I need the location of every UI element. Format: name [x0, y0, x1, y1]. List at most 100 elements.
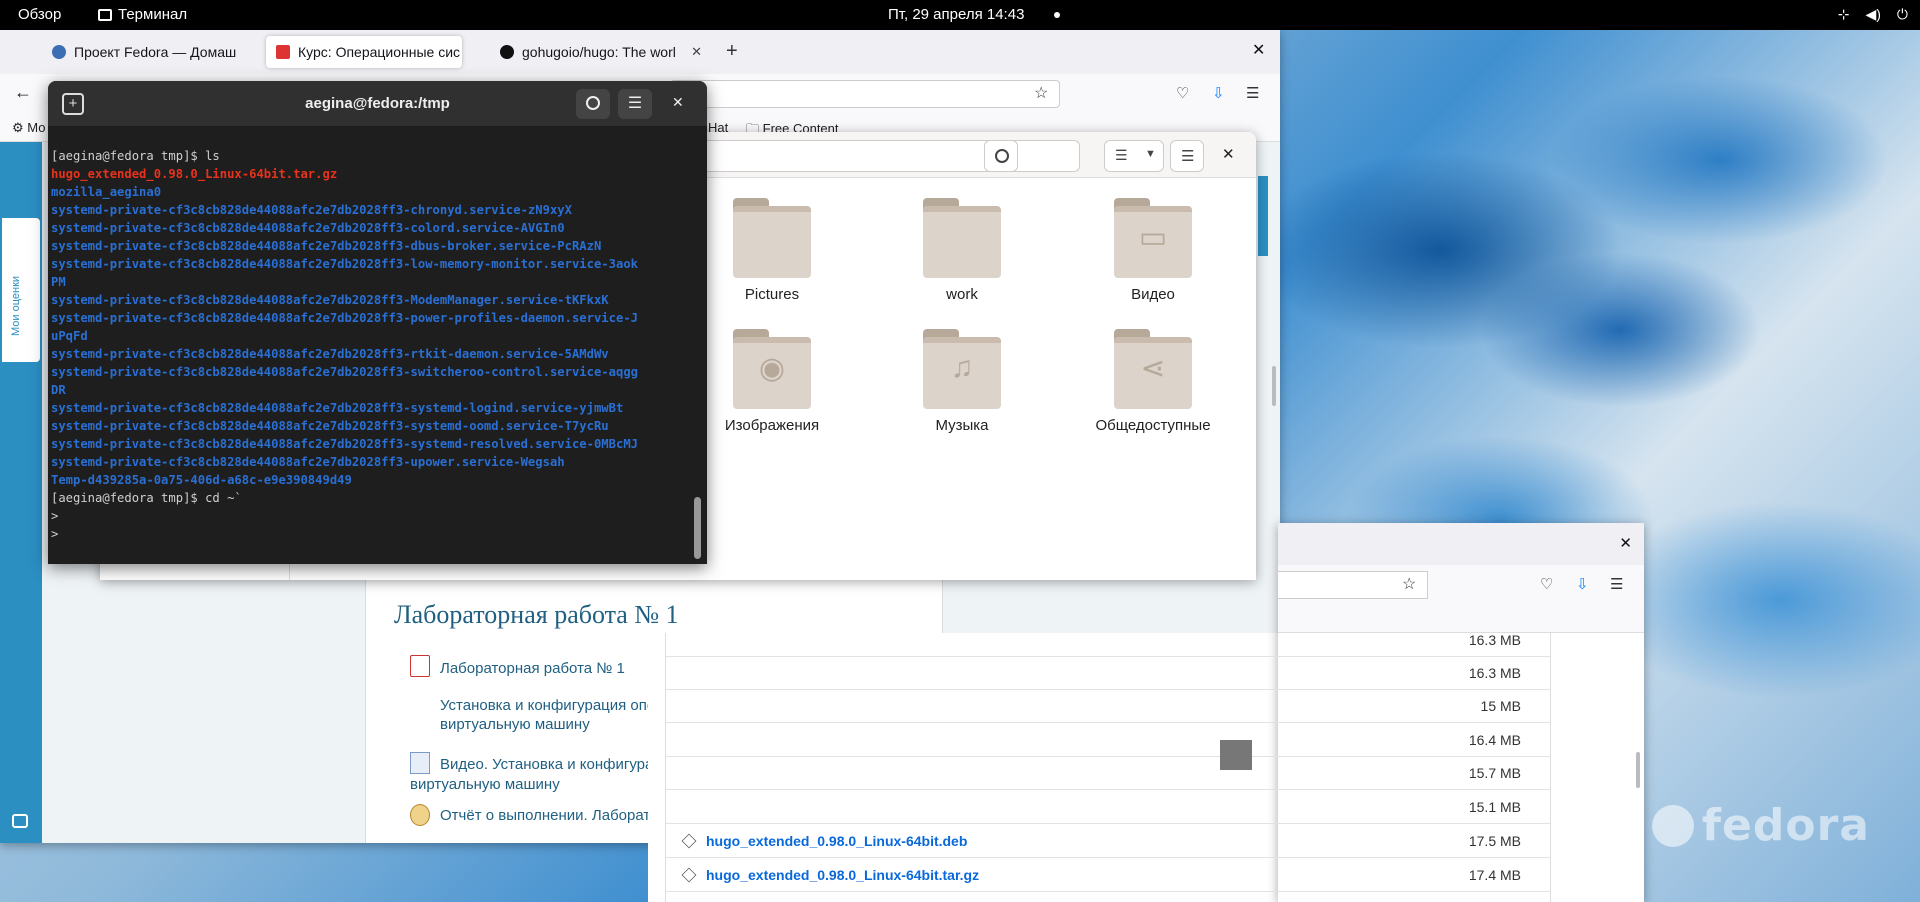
- folder-videos[interactable]: ▭ Видео: [1073, 198, 1233, 308]
- folder-public[interactable]: ⋖ Общедоступные: [1073, 329, 1233, 439]
- tab-fedora[interactable]: Проект Fedora — Домаш: [42, 36, 258, 68]
- app-menu-button[interactable]: Терминал: [98, 6, 187, 23]
- downloads-column: [648, 633, 666, 902]
- window-close-button[interactable]: ✕: [1252, 40, 1265, 60]
- folder-label: work: [946, 286, 978, 303]
- download-row[interactable]: 15.1 MB: [666, 791, 1551, 824]
- terminal-scrollbar[interactable]: [694, 497, 701, 559]
- folder-pictures[interactable]: Pictures: [692, 198, 852, 308]
- terminal-window: + aegina@fedora:/tmp ☰ ✕ [aegina@fedora …: [48, 81, 707, 564]
- activities-button[interactable]: Обзор: [18, 6, 61, 23]
- grades-tab[interactable]: Мои оценки: [2, 218, 40, 362]
- search-button[interactable]: [984, 140, 1018, 172]
- folder-work[interactable]: work: [882, 198, 1042, 308]
- download-row[interactable]: 15.7 MB: [666, 757, 1551, 790]
- hamburger-icon: ☰: [1181, 148, 1195, 165]
- volume-icon: ◀): [1865, 6, 1881, 22]
- lab-link-cont[interactable]: виртуальную машину: [440, 715, 590, 734]
- file-size: 17.4 MB: [1468, 867, 1521, 883]
- pocket-icon[interactable]: ♡: [1540, 575, 1553, 593]
- camera-icon: ◉: [758, 352, 786, 385]
- menu-icon[interactable]: ☰: [1610, 575, 1623, 593]
- grades-tab-label: Мои оценки: [10, 275, 22, 336]
- terminal-output[interactable]: [aegina@fedora tmp]$ ls hugo_extended_0.9…: [51, 147, 691, 543]
- location-field[interactable]: [700, 140, 1080, 172]
- sidebar-edge: [100, 562, 290, 580]
- downloads-icon[interactable]: ⇩: [1576, 575, 1589, 593]
- download-row[interactable]: hugo_extended_0.98.0_Linux-64bit.deb 17.5…: [666, 825, 1551, 858]
- files-menu-button[interactable]: ☰: [1170, 140, 1204, 172]
- terminal-line: systemd-private-cf3c8cb828de44088afc2e7d…: [51, 221, 565, 235]
- terminal-line: systemd-private-cf3c8cb828de44088afc2e7d…: [51, 401, 624, 415]
- close-icon[interactable]: ✕: [1619, 534, 1632, 552]
- scrollbar[interactable]: [1272, 366, 1276, 406]
- fedora-logo-text: fedora: [1701, 800, 1870, 851]
- file-size: 16.3 MB: [1468, 632, 1521, 648]
- assignment-icon: [410, 804, 430, 826]
- folder-images[interactable]: ◉ Изображения: [692, 329, 852, 439]
- address-bar[interactable]: [670, 80, 1060, 108]
- package-icon: [681, 867, 697, 883]
- search-button[interactable]: [576, 89, 610, 119]
- network-icon: ⊹: [1837, 6, 1850, 22]
- tab-github[interactable]: gohugoio/hugo: The worl ✕: [490, 36, 712, 68]
- terminal-headerbar: + aegina@fedora:/tmp ☰ ✕: [48, 81, 707, 127]
- download-row[interactable]: hugo_extended_0.98.0_Linux-64bit.tar.gz 1…: [666, 859, 1551, 892]
- video-link-cont[interactable]: виртуальную машину: [410, 775, 560, 794]
- download-row[interactable]: 16.3 MB: [666, 624, 1551, 657]
- pocket-icon[interactable]: ♡: [1176, 84, 1189, 102]
- back-button[interactable]: ←: [14, 82, 32, 103]
- scrollbar[interactable]: [1636, 752, 1640, 788]
- gnome-top-bar: Обзор Терминал Пт, 29 апреля 14:43 ⊹ ◀) …: [0, 0, 1920, 30]
- sidebar-toggle-icon[interactable]: [12, 814, 28, 828]
- menu-button[interactable]: ☰: [618, 89, 652, 119]
- close-icon[interactable]: ✕: [672, 94, 684, 111]
- file-size: 17.5 MB: [1468, 833, 1521, 849]
- close-icon[interactable]: ✕: [691, 44, 702, 60]
- tab-course[interactable]: Курс: Операционные сис: [266, 36, 462, 68]
- page-accent-block: [1258, 176, 1268, 256]
- terminal-line: DR: [51, 383, 66, 397]
- terminal-line: >: [51, 509, 59, 523]
- download-row[interactable]: 16.3 MB: [666, 657, 1551, 690]
- terminal-line: systemd-private-cf3c8cb828de44088afc2e7d…: [51, 347, 609, 361]
- view-options-button[interactable]: ☰ ▼: [1104, 140, 1164, 172]
- system-tray[interactable]: ⊹ ◀) ⏻: [1838, 6, 1908, 23]
- video-doc-icon: [410, 752, 430, 774]
- folder-label: Pictures: [744, 286, 800, 303]
- clock[interactable]: Пт, 29 апреля 14:43: [888, 6, 1024, 23]
- download-row[interactable]: 16.4 MB: [666, 724, 1551, 757]
- folder-label: Музыка: [935, 417, 989, 434]
- menu-icon[interactable]: ☰: [1246, 84, 1259, 102]
- terminal-line: [aegina@fedora tmp]$ ls: [51, 149, 220, 163]
- second-window-titlebar: ✕: [1278, 523, 1644, 565]
- scroll-to-top-button[interactable]: [1220, 740, 1252, 770]
- terminal-icon: [98, 8, 112, 21]
- terminal-line: systemd-private-cf3c8cb828de44088afc2e7d…: [51, 437, 638, 451]
- terminal-line: systemd-private-cf3c8cb828de44088afc2e7d…: [51, 419, 609, 433]
- terminal-line: systemd-private-cf3c8cb828de44088afc2e7d…: [51, 203, 572, 217]
- downloads-icon[interactable]: ⇩: [1212, 84, 1225, 102]
- terminal-line: systemd-private-cf3c8cb828de44088afc2e7d…: [51, 455, 565, 469]
- course-favicon-icon: [276, 45, 290, 59]
- bookmark-star-icon[interactable]: ☆: [1402, 574, 1416, 594]
- close-icon[interactable]: ✕: [1222, 145, 1235, 163]
- file-name: hugo_extended_0.98.0_Linux-64bit.tar.gz: [706, 867, 980, 883]
- download-row[interactable]: 15 MB: [666, 690, 1551, 723]
- bookmark-star-icon[interactable]: ☆: [1034, 83, 1048, 103]
- bookmark-item[interactable]: ⚙ Мо: [12, 120, 46, 136]
- terminal-line: mozilla_aegina0: [51, 185, 162, 199]
- terminal-line: systemd-private-cf3c8cb828de44088afc2e7d…: [51, 311, 638, 325]
- terminal-line: PM: [51, 275, 66, 289]
- folder-label: Общедоступные: [1095, 417, 1211, 434]
- chevron-down-icon: ▼: [1145, 148, 1156, 160]
- file-name: hugo_extended_0.98.0_Linux-64bit.deb: [706, 833, 968, 849]
- music-icon: ♫: [950, 351, 974, 384]
- new-tab-button[interactable]: +: [726, 40, 738, 63]
- terminal-line: [aegina@fedora tmp]$ cd ~`: [51, 491, 242, 505]
- folder-music[interactable]: ♫ Музыка: [882, 329, 1042, 439]
- file-size: 15 MB: [1480, 698, 1521, 714]
- lab-link[interactable]: Лабораторная работа № 1: [440, 659, 625, 678]
- terminal-line: hugo_extended_0.98.0_Linux-64bit.tar.gz: [51, 167, 338, 181]
- tab-label: Курс: Операционные сис: [298, 44, 461, 60]
